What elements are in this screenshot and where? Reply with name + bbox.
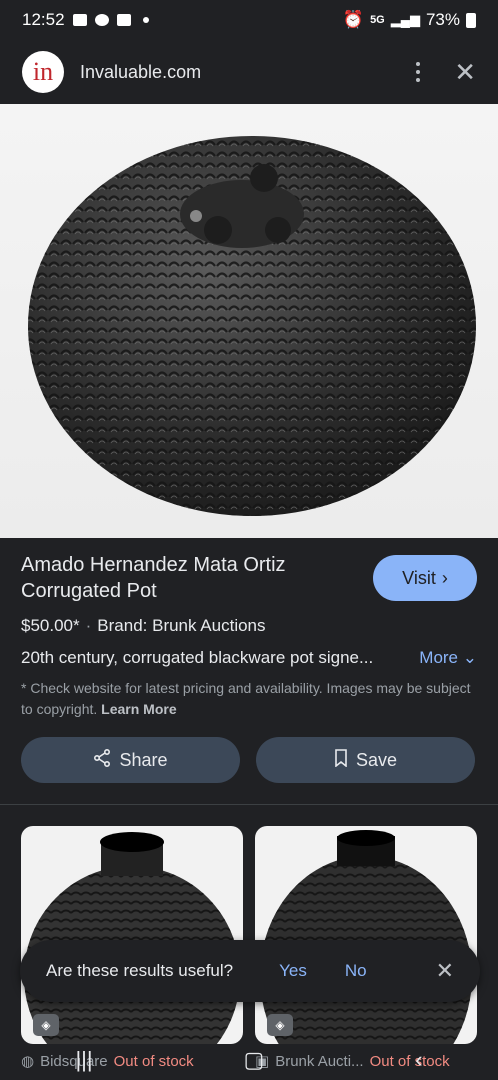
feedback-question: Are these results useful? [46, 961, 234, 980]
back-icon[interactable]: ‹ [415, 1047, 422, 1073]
product-price: $50.00* [21, 616, 80, 635]
description-row: 20th century, corrugated blackware pot s… [21, 648, 477, 668]
signal-icon: ▂▄▆ [390, 12, 420, 27]
related-card[interactable]: ◈ [255, 826, 477, 1044]
site-logo: in [22, 51, 64, 93]
learn-more-link[interactable]: Learn More [101, 701, 176, 717]
recent-apps-icon[interactable]: ||| [75, 1047, 92, 1073]
save-button[interactable]: Save [256, 737, 475, 783]
price-row: $50.00* · Brand: Brunk Auctions [21, 616, 266, 635]
close-icon[interactable]: ✕ [436, 958, 454, 984]
visit-label: Visit [402, 567, 436, 588]
related-card[interactable]: ◈ [21, 826, 243, 1044]
network-label: 5G [370, 14, 385, 26]
feedback-toast: Are these results useful? Yes No ✕ [20, 940, 480, 1002]
feedback-no-button[interactable]: No [345, 961, 367, 981]
disclaimer-text: * Check website for latest pricing and a… [21, 680, 471, 717]
more-label: More [419, 648, 459, 667]
home-icon[interactable]: ▢ [244, 1047, 265, 1073]
alarm-icon: ⏰ [342, 10, 365, 29]
share-button[interactable]: Share [21, 737, 240, 783]
product-brand: Brand: Brunk Auctions [97, 616, 266, 635]
share-label: Share [119, 749, 168, 770]
battery-icon [466, 12, 476, 28]
custom-tab-bar: in Invaluable.com ✕ [0, 40, 498, 104]
site-logo-text: in [32, 57, 54, 86]
gallery-icon [72, 14, 87, 26]
mail-icon [116, 14, 131, 26]
chat-icon [94, 14, 109, 26]
product-info: Amado Hernandez Mata Ortiz Corrugated Po… [21, 552, 477, 720]
product-description: 20th century, corrugated blackware pot s… [21, 648, 374, 667]
tag-icon: ◈ [267, 1014, 293, 1036]
divider [0, 804, 498, 805]
product-title: Amado Hernandez Mata Ortiz Corrugated Po… [21, 554, 286, 602]
status-time: 12:52 [22, 10, 65, 29]
feedback-yes-button[interactable]: Yes [279, 961, 307, 981]
share-icon [93, 748, 111, 772]
save-label: Save [355, 749, 398, 770]
chevron-down-icon: ⌄ [462, 648, 477, 667]
tag-icon: ◈ [33, 1014, 59, 1036]
action-buttons: Share Save [21, 737, 475, 783]
disclaimer-note: * Check website for latest pricing and a… [21, 678, 477, 720]
battery-level: 73% [425, 10, 460, 29]
close-icon[interactable]: ✕ [454, 59, 476, 85]
site-title[interactable]: Invaluable.com [80, 62, 201, 83]
chevron-right-icon: › [441, 567, 448, 588]
notification-dot-icon [142, 17, 149, 23]
more-options-icon[interactable] [416, 62, 421, 82]
visit-button[interactable]: Visit › [373, 555, 477, 601]
system-nav-bar: ||| ▢ ‹ [0, 1040, 498, 1080]
status-bar: 12:52 ⏰ 5G ▂▄▆ 73% [0, 0, 498, 40]
product-image[interactable] [0, 104, 498, 538]
bookmark-icon [334, 748, 348, 772]
more-button[interactable]: More ⌄ [419, 648, 477, 668]
